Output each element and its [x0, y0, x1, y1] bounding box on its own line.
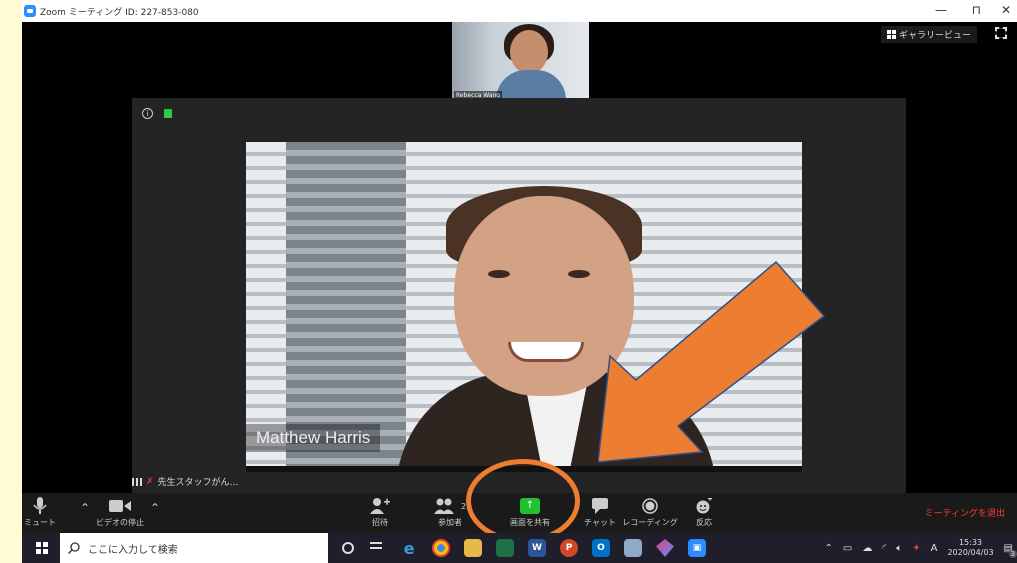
volume-icon[interactable]: 🔈︎ — [896, 543, 902, 554]
participants-count: 2 — [460, 501, 467, 511]
outlook-icon[interactable]: O — [592, 539, 610, 557]
connection-status: ✗ 先生スタッフがん… — [132, 475, 239, 488]
info-icon[interactable]: i — [142, 108, 153, 119]
grid-icon — [886, 30, 896, 39]
zoom-logo-icon — [24, 5, 36, 17]
annotation-arrow-icon — [598, 260, 826, 463]
lock-icon[interactable] — [164, 109, 172, 118]
taskbar-search-box[interactable]: ここに入力して検索 — [60, 533, 328, 563]
search-placeholder: ここに入力して検索 — [88, 544, 178, 556]
chrome-icon[interactable] — [432, 539, 450, 557]
dropbox-icon[interactable]: ✦ — [912, 543, 920, 554]
notification-center-icon[interactable]: ▤ 3 — [1004, 543, 1017, 558]
camera-icon — [90, 497, 150, 515]
edge-browser-icon[interactable]: e — [400, 539, 418, 558]
tray-expand-icon[interactable]: ⌃ — [824, 543, 832, 554]
window-title: Zoom ミーティング ID: 227-853-080 — [40, 7, 199, 18]
file-explorer-icon[interactable] — [464, 539, 482, 557]
maximize-button[interactable]: ⊓ — [972, 3, 981, 17]
onedrive-cloud-icon[interactable]: ☁ — [862, 543, 872, 554]
signal-bars-icon — [132, 477, 142, 486]
share-screen-button[interactable]: ↑ 画面を共有 — [500, 497, 560, 528]
audio-options-chevron-icon[interactable]: ⌃ — [80, 501, 90, 515]
participants-icon: 2 — [420, 497, 480, 515]
reactions-button[interactable]: 反応 — [674, 497, 734, 528]
stop-video-button[interactable]: ビデオの停止 — [90, 497, 150, 528]
invite-button[interactable]: 招待 — [350, 497, 410, 528]
app-gem-icon[interactable] — [656, 539, 674, 557]
powerpoint-icon[interactable]: P — [560, 539, 578, 557]
search-icon — [68, 542, 80, 554]
taskbar-clock[interactable]: 15:33 2020/04/03 — [947, 538, 993, 558]
word-icon[interactable]: W — [528, 539, 546, 557]
cortana-icon[interactable] — [342, 542, 354, 554]
windows-start-icon[interactable] — [36, 542, 48, 554]
record-icon — [620, 497, 680, 515]
wifi-icon[interactable]: ◜ — [882, 543, 886, 554]
gallery-view-label: ギャラリービュー — [898, 31, 971, 41]
meeting-toolbar: ミュート ⌃ ビデオの停止 ⌃ 招待 2 参加者 ↑ 画面を共有 チャット レコ… — [22, 493, 1017, 533]
participant-thumbnail[interactable]: Rebecca Wang — [452, 22, 589, 102]
notification-count: 3 — [1008, 549, 1017, 558]
battery-icon[interactable]: ▭ — [843, 543, 852, 554]
minimize-button[interactable]: — — [935, 3, 947, 17]
task-view-icon[interactable] — [368, 539, 386, 557]
emoji-plus-icon — [674, 497, 734, 515]
zoom-taskbar-icon[interactable]: ▣ — [688, 539, 706, 557]
participants-button[interactable]: 2 参加者 — [420, 497, 480, 528]
photos-icon[interactable] — [624, 539, 642, 557]
add-user-icon — [350, 497, 410, 515]
ime-indicator[interactable]: A — [931, 543, 938, 554]
microphone-icon — [10, 497, 70, 515]
share-screen-icon: ↑ — [500, 497, 560, 515]
video-options-chevron-icon[interactable]: ⌃ — [150, 501, 160, 515]
fullscreen-icon[interactable] — [995, 27, 1007, 39]
close-button[interactable]: ✕ — [1001, 3, 1011, 17]
gallery-view-button[interactable]: ギャラリービュー — [880, 26, 977, 43]
system-tray: ⌃ ▭ ☁ ◜ 🔈︎ ✦ A 15:33 2020/04/03 ▤ 3 — [824, 533, 1017, 563]
status-label: 先生スタッフがん… — [157, 478, 239, 488]
zoom-window: Zoom ミーティング ID: 227-853-080 — ⊓ ✕ ギャラリービ… — [22, 0, 1017, 563]
speaker-name: Matthew Harris — [246, 424, 381, 452]
muted-mark-icon: ✗ — [146, 476, 154, 487]
record-button[interactable]: レコーディング — [620, 497, 680, 528]
mute-button[interactable]: ミュート — [10, 497, 70, 528]
leave-meeting-button[interactable]: ミーティングを退出 — [925, 506, 1005, 519]
title-bar: Zoom ミーティング ID: 227-853-080 — ⊓ ✕ — [22, 0, 1017, 22]
excel-icon[interactable] — [496, 539, 514, 557]
